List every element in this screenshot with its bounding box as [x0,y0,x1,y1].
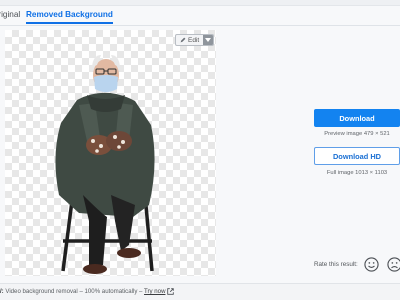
download-button[interactable]: Download [314,109,400,127]
promo-footer: W: Video background removal – 100% autom… [0,283,400,300]
sad-face-icon[interactable] [387,257,400,272]
download-hd-button[interactable]: Download HD [314,147,400,165]
try-now-link[interactable]: Try now [144,288,165,295]
promo-text-row: W: Video background removal – 100% autom… [0,288,175,296]
promo-text: Video background removal – 100% automati… [3,288,145,296]
caret-down-icon [205,38,212,42]
transparent-preview-canvas [5,30,216,276]
tab-removed-background[interactable]: Removed Background [26,10,113,24]
full-image-size: Full image 1013 × 1103 [326,170,388,176]
external-link-icon[interactable] [167,288,175,295]
cutout-subject-image [55,55,155,274]
result-tabs: Original Removed Background [0,6,400,26]
smiley-face-icon[interactable] [364,257,379,272]
pencil-icon [180,37,186,43]
rate-result-label: Rate this result: [314,261,358,268]
edit-button[interactable]: Edit [176,35,203,45]
edit-menu-toggle[interactable] [203,35,214,45]
edit-label: Edit [188,36,200,44]
edit-dropdown-group: Edit [175,34,215,46]
tab-original[interactable]: Original [0,10,20,19]
preview-image-size: Preview image 479 × 521 [324,131,390,137]
